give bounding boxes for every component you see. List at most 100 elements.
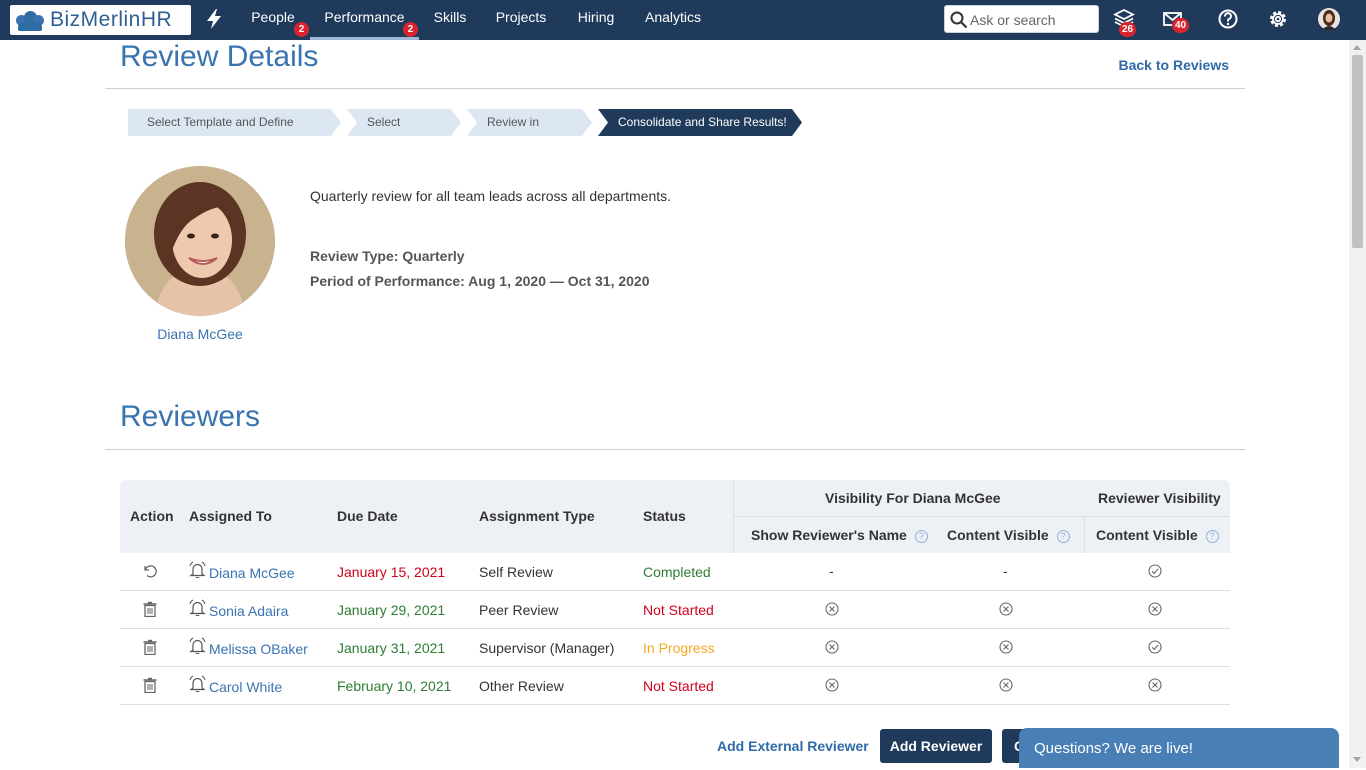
nav-skills[interactable]: Skills: [430, 0, 470, 40]
gear-icon[interactable]: [1267, 8, 1289, 30]
x-icon[interactable]: [999, 640, 1013, 654]
trash-icon[interactable]: [142, 677, 158, 693]
scroll-down-arrow[interactable]: [1353, 757, 1361, 762]
performance-badge: 2: [403, 22, 418, 37]
reminder-bell-icon[interactable]: [189, 561, 206, 578]
reminder-bell-icon[interactable]: [189, 637, 206, 654]
step-select-template[interactable]: Select Template and Define Metrics: [128, 109, 341, 136]
col-content-visible-label: Content Visible: [947, 527, 1049, 543]
check-icon[interactable]: [1148, 640, 1162, 654]
reviewers-heading: Reviewers: [120, 400, 261, 433]
col-reviewer-visibility-group: Reviewer Visibility: [1098, 490, 1221, 506]
scrollbar-thumb[interactable]: [1352, 55, 1363, 248]
step-consolidate-results[interactable]: Consolidate and Share Results!: [598, 109, 802, 136]
trash-icon[interactable]: [142, 639, 158, 655]
review-type: Review Type: Quarterly: [310, 248, 465, 264]
step-select-reviewers[interactable]: Select Reviewers: [347, 109, 461, 136]
table-header: Action Assigned To Due Date Assignment T…: [120, 480, 1230, 553]
nav-hiring[interactable]: Hiring: [572, 0, 620, 40]
live-chat-widget[interactable]: Questions? We are live!: [1019, 728, 1339, 768]
logo-text: BizMerlinHR: [50, 8, 173, 31]
status-text: Not Started: [643, 678, 714, 694]
table-row: Carol White February 10, 2021 Other Review…: [120, 667, 1230, 705]
table-row: Melissa OBaker January 31, 2021 Supervisor…: [120, 629, 1230, 667]
nav-analytics-label: Analytics: [644, 9, 702, 25]
visibility-na: -: [1003, 563, 1008, 579]
nav-hiring-label: Hiring: [577, 9, 615, 25]
nav-performance[interactable]: Performance: [310, 0, 419, 40]
reminder-bell-icon[interactable]: [189, 599, 206, 616]
col-due-date: Due Date: [337, 508, 398, 524]
col-reviewer-content-visible: Content Visible?: [1096, 527, 1219, 543]
people-logo-icon: [16, 9, 44, 31]
status-text: Not Started: [643, 602, 714, 618]
review-description: Quarterly review for all team leads acro…: [310, 188, 672, 204]
x-icon[interactable]: [999, 602, 1013, 616]
back-to-reviews-link[interactable]: Back to Reviews: [1119, 57, 1230, 73]
x-icon[interactable]: [825, 640, 839, 654]
due-date: January 31, 2021: [337, 640, 446, 656]
x-icon[interactable]: [825, 678, 839, 692]
nav-projects[interactable]: Projects: [492, 0, 550, 40]
help-icon[interactable]: ?: [1056, 530, 1070, 543]
review-period: Period of Performance: Aug 1, 2020 — Oct…: [310, 273, 650, 289]
people-badge: 2: [294, 22, 309, 37]
reminder-bell-icon[interactable]: [189, 675, 206, 692]
trash-icon[interactable]: [142, 601, 158, 617]
nav-performance-label: Performance: [324, 9, 405, 25]
reviewer-name-link[interactable]: Sonia Adaira: [209, 603, 288, 619]
col-visibility-group: Visibility For Diana McGee: [825, 490, 1001, 506]
search-input[interactable]: [970, 10, 1095, 30]
assignment-type: Supervisor (Manager): [479, 640, 615, 656]
status-text: Completed: [643, 564, 711, 580]
nav-analytics[interactable]: Analytics: [641, 0, 705, 40]
app-logo[interactable]: BizMerlinHR: [10, 5, 191, 35]
nav-people-label: People: [251, 9, 295, 25]
col-content-visible: Content Visible?: [947, 527, 1070, 543]
assignment-type: Self Review: [479, 564, 553, 580]
step-label: Select Reviewers: [367, 115, 424, 156]
reviewer-name-link[interactable]: Diana McGee: [209, 565, 295, 581]
assignment-type: Other Review: [479, 678, 564, 694]
reviewer-name-link[interactable]: Carol White: [209, 679, 282, 695]
employee-photo: [125, 166, 275, 316]
table-row: Diana McGee January 15, 2021 Self Review Co…: [120, 553, 1230, 591]
scroll-up-arrow[interactable]: [1353, 45, 1361, 50]
step-label: Select Template and Define Metrics: [147, 115, 294, 156]
nav-projects-label: Projects: [495, 9, 547, 25]
col-assigned-to: Assigned To: [189, 508, 272, 524]
status-text: In Progress: [643, 640, 715, 656]
add-external-reviewer-link[interactable]: Add External Reviewer: [717, 738, 869, 754]
undo-icon[interactable]: [142, 563, 158, 579]
x-icon[interactable]: [825, 602, 839, 616]
col-assignment-type: Assignment Type: [479, 508, 595, 524]
workflow-steps: Select Template and Define Metrics Selec…: [128, 109, 808, 136]
help-icon[interactable]: ?: [914, 530, 928, 543]
help-icon[interactable]: ?: [1205, 530, 1219, 543]
x-icon[interactable]: [1148, 602, 1162, 616]
check-icon[interactable]: [1148, 564, 1162, 578]
col-status: Status: [643, 508, 686, 524]
help-icon[interactable]: [1217, 8, 1239, 30]
nav-people[interactable]: People: [247, 0, 299, 40]
reviewers-divider: [105, 449, 1245, 450]
add-reviewer-button[interactable]: Add Reviewer: [880, 729, 992, 763]
step-label: Consolidate and Share Results!: [618, 115, 787, 129]
reviewer-name-link[interactable]: Melissa OBaker: [209, 641, 308, 657]
employee-name-link[interactable]: Diana McGee: [100, 326, 300, 342]
visibility-na: -: [829, 563, 834, 579]
due-date: February 10, 2021: [337, 678, 452, 694]
col-show-reviewer-name: Show Reviewer's Name?: [751, 527, 928, 543]
step-review-in-progress[interactable]: Review in Progress: [467, 109, 592, 136]
header-divider-horizontal: [733, 516, 1230, 517]
due-date: January 29, 2021: [337, 602, 446, 618]
table-row: Sonia Adaira January 29, 2021 Peer Review N…: [120, 591, 1230, 629]
layers-badge: 26: [1119, 22, 1137, 37]
top-nav-bar: BizMerlinHR People 2 Performance 2 Skill…: [0, 0, 1366, 40]
lightning-icon[interactable]: [204, 8, 224, 30]
x-icon[interactable]: [999, 678, 1013, 692]
x-icon[interactable]: [1148, 678, 1162, 692]
user-avatar[interactable]: [1318, 8, 1340, 30]
due-date: January 15, 2021: [337, 564, 446, 580]
search-icon: [950, 11, 968, 29]
